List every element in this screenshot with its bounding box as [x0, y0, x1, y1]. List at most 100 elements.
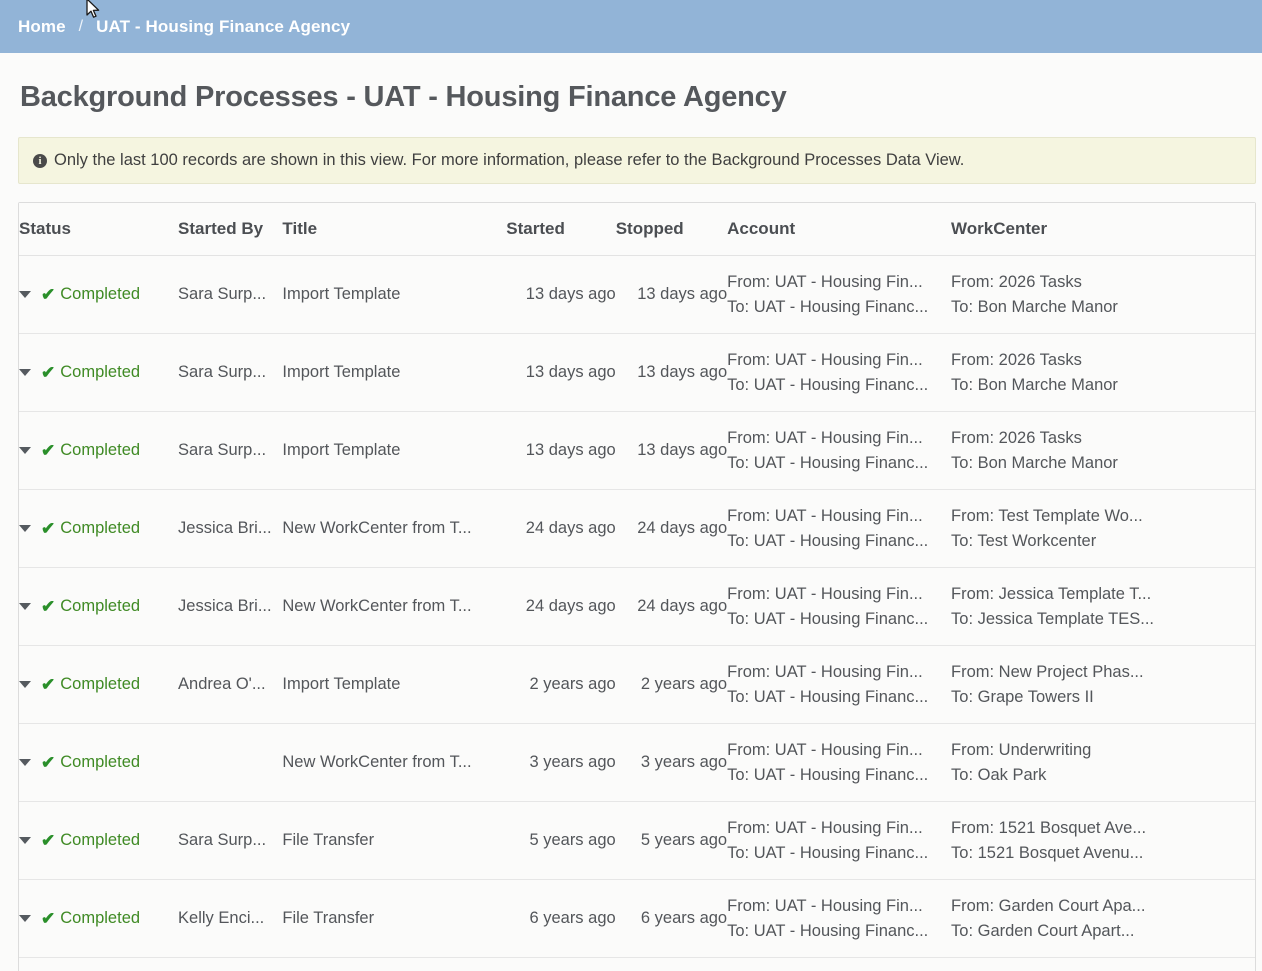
table-row[interactable]: From: UAT - Housing Fin...From: Loan Clo… — [19, 958, 1255, 971]
cell-status: ✔Completed — [19, 724, 178, 802]
breadcrumb: Home / UAT - Housing Finance Agency — [0, 0, 1262, 53]
cell-stopped: 13 days ago — [616, 334, 727, 412]
cell-workcenter-from: From: Jessica Template T... — [951, 582, 1255, 607]
cell-stopped: 5 years ago — [616, 802, 727, 880]
cell-status: ✔Completed — [19, 334, 178, 412]
status-check-icon: ✔ — [41, 364, 55, 381]
expand-row-caret-down-icon[interactable] — [19, 837, 31, 844]
status-check-icon: ✔ — [41, 754, 55, 771]
cell-title: New WorkCenter from T... — [282, 724, 506, 802]
table-row[interactable]: ✔CompletedSara Surp...File Transfer 5 yea… — [19, 802, 1255, 880]
cell-started-by: Kelly Enci... — [178, 880, 282, 958]
cell-title: Import Template — [282, 412, 506, 490]
cell-account-to: To: UAT - Housing Financ... — [727, 529, 951, 554]
column-header-title[interactable]: Title — [282, 203, 506, 256]
cell-title: Import Template — [282, 646, 506, 724]
cell-account-to: To: UAT - Housing Financ... — [727, 685, 951, 710]
cell-account-to: To: UAT - Housing Financ... — [727, 763, 951, 788]
status-check-icon: ✔ — [41, 676, 55, 693]
cell-stopped: 2 years ago — [616, 646, 727, 724]
cell-title: Import Template — [282, 334, 506, 412]
cell-workcenter-to: To: 1521 Bosquet Avenu... — [951, 841, 1255, 866]
column-header-account[interactable]: Account — [727, 203, 951, 256]
column-header-workcenter[interactable]: WorkCenter — [951, 203, 1255, 256]
status-check-icon: ✔ — [41, 598, 55, 615]
cell-account: From: UAT - Housing Fin...To: UAT - Hous… — [727, 802, 951, 880]
table-row[interactable]: ✔CompletedKelly Enci...File Transfer6 ye… — [19, 880, 1255, 958]
expand-row-caret-down-icon[interactable] — [19, 525, 31, 532]
status-badge: Completed — [60, 831, 140, 850]
status-badge: Completed — [60, 285, 140, 304]
table-row[interactable]: ✔CompletedJessica Bri...New WorkCenter f… — [19, 490, 1255, 568]
background-processes-table-container: Status Started By Title Started Stopped … — [18, 202, 1256, 971]
cell-account-from: From: UAT - Housing Fin... — [727, 348, 951, 373]
column-header-started-by[interactable]: Started By — [178, 203, 282, 256]
cell-title: Import Template — [282, 256, 506, 334]
cell-started: 13 days ago — [506, 256, 615, 334]
cell-status: ✔Completed — [19, 802, 178, 880]
cell-started-by — [178, 958, 282, 971]
expand-row-caret-down-icon[interactable] — [19, 915, 31, 922]
cell-account: From: UAT - Housing Fin...To: UAT - Hous… — [727, 412, 951, 490]
cell-workcenter: From: 2026 TasksTo: Bon Marche Manor — [951, 412, 1255, 490]
info-banner-text: Only the last 100 records are shown in t… — [54, 151, 964, 170]
table-row[interactable]: ✔CompletedSara Surp...Import Template 13 … — [19, 334, 1255, 412]
cell-title: File Transfer — [282, 802, 506, 880]
expand-row-caret-down-icon[interactable] — [19, 603, 31, 610]
breadcrumb-current: UAT - Housing Finance Agency — [96, 17, 350, 37]
cell-workcenter: From: UnderwritingTo: Oak Park — [951, 724, 1255, 802]
cell-workcenter-to: To: Bon Marche Manor — [951, 373, 1255, 398]
cell-started: 24 days ago — [506, 490, 615, 568]
cell-account-from: From: UAT - Housing Fin... — [727, 660, 951, 685]
cell-account-to: To: UAT - Housing Financ... — [727, 451, 951, 476]
cell-workcenter-to: To: Grape Towers II — [951, 685, 1255, 710]
cell-status: ✔ Completed — [19, 568, 178, 646]
cell-account: From: UAT - Housing Fin...To: UAT - Hous… — [727, 724, 951, 802]
status-check-icon: ✔ — [41, 286, 55, 303]
cell-started-by: Jessica Bri... — [178, 490, 282, 568]
info-banner: i Only the last 100 records are shown in… — [18, 137, 1256, 184]
status-check-icon: ✔ — [41, 442, 55, 459]
cell-started-by: Sara Surp... — [178, 256, 282, 334]
column-header-stopped[interactable]: Stopped — [616, 203, 727, 256]
cell-account: From: UAT - Housing Fin...To: UAT - Hous… — [727, 256, 951, 334]
cell-account: From: UAT - Housing Fin...To: UAT - Hous… — [727, 646, 951, 724]
cell-workcenter-to: To: Oak Park — [951, 763, 1255, 788]
cell-workcenter-to: To: Bon Marche Manor — [951, 451, 1255, 476]
cell-started-by: Sara Surp... — [178, 412, 282, 490]
status-check-icon: ✔ — [41, 520, 55, 537]
cell-started-by: Sara Surp... — [178, 334, 282, 412]
table-row[interactable]: ✔CompletedAndrea O'...Import Template2 y… — [19, 646, 1255, 724]
cell-started: 3 years ago — [506, 724, 615, 802]
cell-account-to: To: UAT - Housing Financ... — [727, 373, 951, 398]
table-row[interactable]: ✔ Completed Sara Surp...Import Template13 … — [19, 256, 1255, 334]
expand-row-caret-down-icon[interactable] — [19, 369, 31, 376]
cell-account-from: From: UAT - Housing Fin... — [727, 270, 951, 295]
cell-workcenter: From: Garden Court Apa...To: Garden Cour… — [951, 880, 1255, 958]
expand-row-caret-down-icon[interactable] — [19, 759, 31, 766]
cell-started-by — [178, 724, 282, 802]
table-row[interactable]: ✔CompletedSara Surp...Import Template13 … — [19, 412, 1255, 490]
status-badge: Completed — [60, 597, 140, 616]
expand-row-caret-down-icon[interactable] — [19, 447, 31, 454]
cell-started-by: Sara Surp... — [178, 802, 282, 880]
page-root: Home / UAT - Housing Finance Agency Back… — [0, 0, 1262, 971]
info-circle-icon: i — [33, 154, 47, 168]
cell-title: New WorkCenter from T... — [282, 490, 506, 568]
column-header-status[interactable]: Status — [19, 203, 178, 256]
cell-workcenter: From: Jessica Template T...To: Jessica T… — [951, 568, 1255, 646]
table-row[interactable]: ✔CompletedJessica Bri...New WorkCenter f… — [19, 568, 1255, 646]
cell-stopped: 24 days ago — [616, 568, 727, 646]
cell-account: From: UAT - Housing Fin...To: UAT - Hous… — [727, 568, 951, 646]
cell-stopped: 24 days ago — [616, 490, 727, 568]
cell-stopped: 13 days ago — [616, 412, 727, 490]
cell-account-to: To: UAT - Housing Financ... — [727, 295, 951, 320]
expand-row-caret-down-icon[interactable] — [19, 681, 31, 688]
expand-row-caret-down-icon[interactable] — [19, 291, 31, 298]
cell-workcenter-from: From: 2026 Tasks — [951, 348, 1255, 373]
breadcrumb-link-home[interactable]: Home — [18, 17, 66, 37]
cell-account-to: To: UAT - Housing Financ... — [727, 919, 951, 944]
cell-status: ✔Completed — [19, 490, 178, 568]
table-row[interactable]: ✔Completed New WorkCenter from T...3 year… — [19, 724, 1255, 802]
column-header-started[interactable]: Started — [506, 203, 615, 256]
